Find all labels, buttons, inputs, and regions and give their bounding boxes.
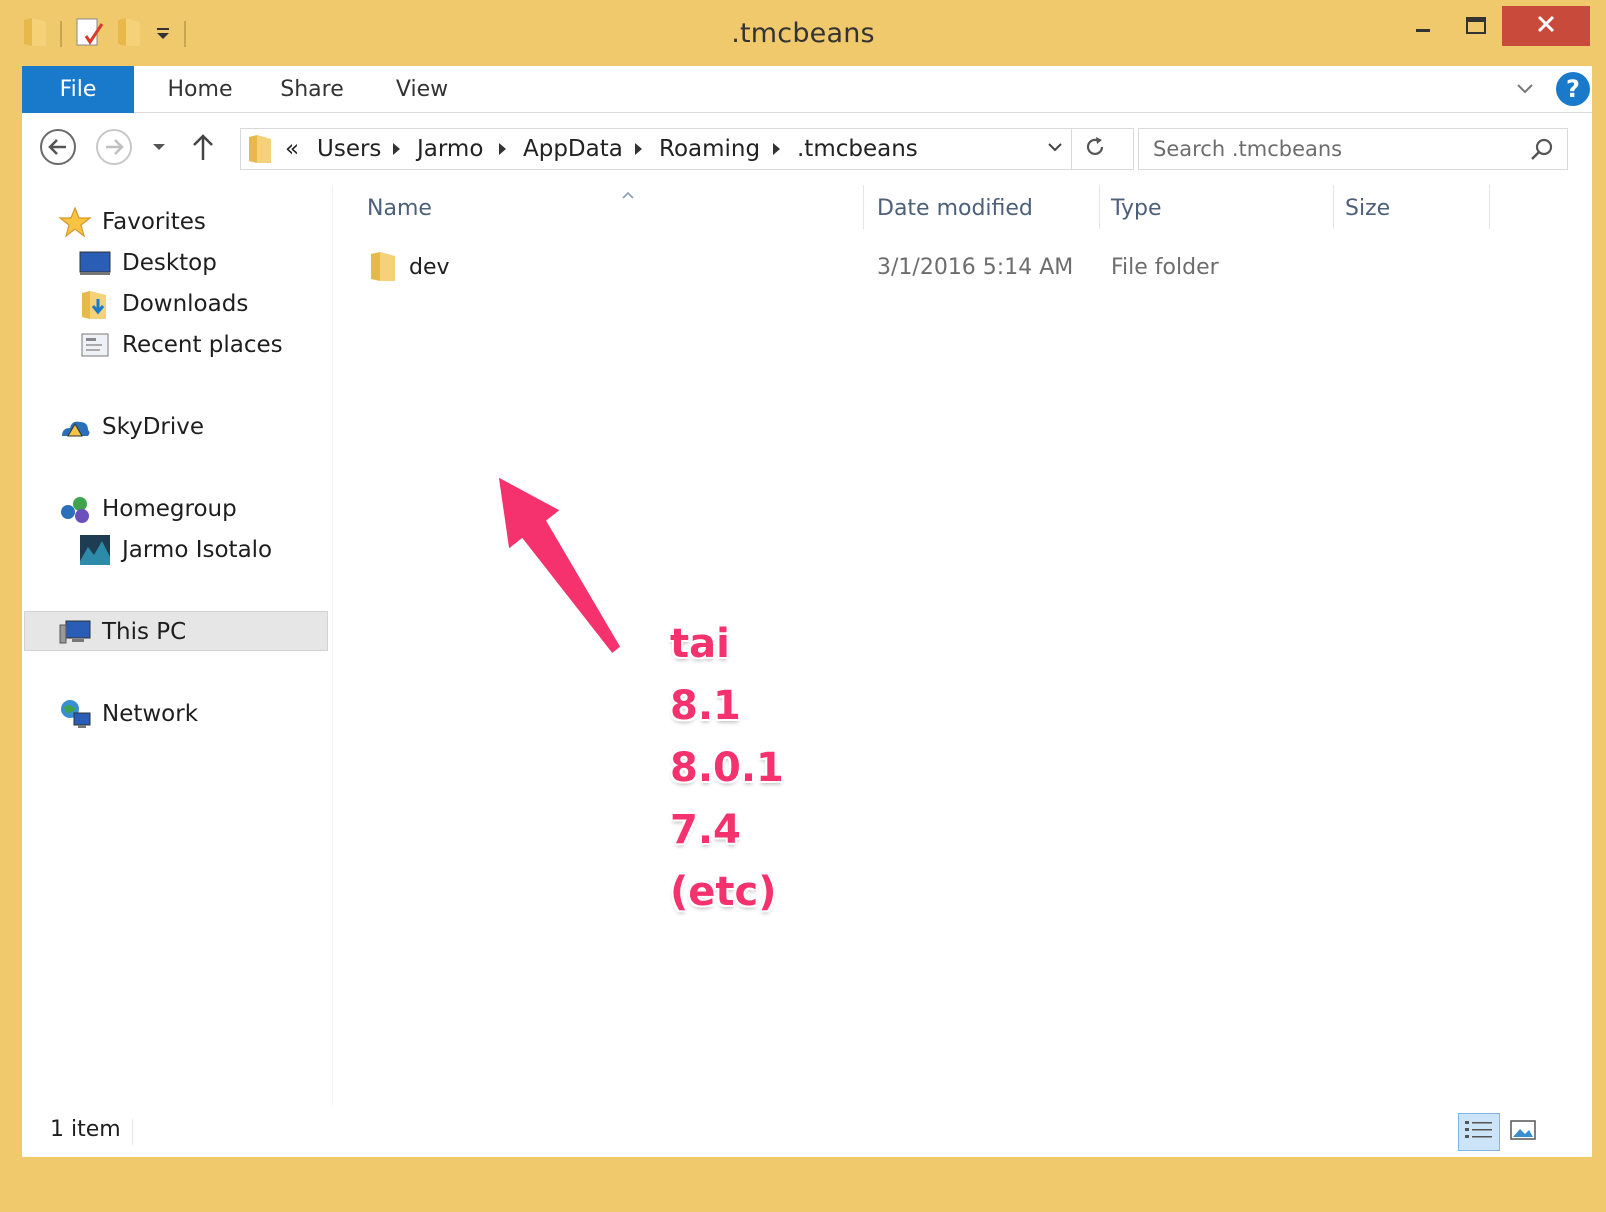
search-icon[interactable]	[1529, 137, 1555, 163]
column-header-type[interactable]: Type	[1111, 193, 1162, 225]
user-avatar-icon	[78, 533, 112, 567]
tab-home[interactable]: Home	[150, 66, 250, 113]
title-bar: .tmcbeans	[0, 0, 1606, 66]
forward-arrow-icon	[94, 127, 134, 171]
file-date-modified: 3/1/2016 5:14 AM	[877, 255, 1074, 280]
breadcrumb-arrow-icon[interactable]	[773, 143, 780, 155]
breadcrumb-users[interactable]: Users	[317, 129, 381, 169]
nav-label: SkyDrive	[102, 414, 205, 440]
folder-icon	[369, 249, 397, 287]
refresh-icon	[1083, 135, 1107, 163]
close-icon	[1536, 14, 1556, 38]
annotation-text: tai 8.1 8.0.1 7.4 (etc)	[670, 613, 784, 923]
back-button[interactable]	[38, 129, 78, 169]
star-icon	[58, 205, 92, 239]
nav-label: Network	[102, 701, 199, 727]
large-icons-view-button[interactable]	[1502, 1113, 1544, 1151]
nav-label: Homegroup	[102, 496, 237, 522]
up-arrow-icon	[191, 132, 215, 166]
breadcrumb-arrow-icon[interactable]	[499, 143, 506, 155]
address-bar[interactable]: « Users Jarmo AppData Roaming .tmcbeans	[240, 128, 1134, 170]
chevron-down-icon	[1512, 84, 1538, 106]
annotation-line: (etc)	[670, 869, 777, 915]
chevron-down-icon	[151, 139, 167, 159]
address-history-button[interactable]	[1041, 129, 1069, 169]
nav-label: Recent places	[122, 332, 283, 358]
column-header-name[interactable]: Name	[367, 193, 432, 225]
file-type: File folder	[1111, 255, 1219, 280]
column-divider[interactable]	[1489, 185, 1490, 229]
desktop-icon	[78, 246, 112, 280]
file-name[interactable]: dev	[409, 251, 450, 285]
navigation-bar: « Users Jarmo AppData Roaming .tmcbeans	[22, 113, 1592, 185]
recent-places-icon	[78, 328, 112, 362]
search-input[interactable]	[1153, 129, 1513, 169]
breadcrumb-appdata[interactable]: AppData	[523, 129, 623, 169]
item-count: 1 item	[50, 1117, 121, 1142]
window-title: .tmcbeans	[731, 18, 875, 49]
computer-icon	[58, 615, 92, 649]
status-bar: 1 item	[22, 1105, 1592, 1157]
breadcrumb-jarmo[interactable]: Jarmo	[417, 129, 483, 169]
minimize-button[interactable]	[1398, 6, 1448, 46]
annotation-arrow	[495, 472, 624, 658]
folder-icon	[247, 133, 273, 169]
homegroup-icon	[58, 492, 92, 526]
downloads-folder-icon	[78, 287, 112, 321]
column-divider[interactable]	[1099, 185, 1100, 229]
navigation-pane: Favorites Desktop Downloads Recent place…	[22, 185, 330, 1105]
up-button[interactable]	[186, 129, 220, 169]
recent-locations-button[interactable]	[142, 129, 176, 169]
column-header-size[interactable]: Size	[1345, 193, 1390, 225]
column-header-date-modified[interactable]: Date modified	[877, 193, 1033, 225]
forward-button[interactable]	[94, 129, 134, 169]
tab-view[interactable]: View	[372, 66, 472, 113]
content-area: Favorites Desktop Downloads Recent place…	[22, 185, 1592, 1105]
status-separator	[132, 1119, 133, 1145]
annotation-line: 7.4	[670, 807, 741, 853]
nav-label: Jarmo Isotalo	[122, 537, 273, 563]
column-divider[interactable]	[863, 185, 864, 229]
chevron-down-icon	[1046, 138, 1064, 160]
nav-label: This PC	[102, 619, 187, 645]
nav-label: Favorites	[102, 209, 206, 235]
sort-ascending-icon	[620, 185, 636, 199]
breadcrumb-arrow-icon[interactable]	[393, 143, 400, 155]
breadcrumb-roaming[interactable]: Roaming	[659, 129, 760, 169]
ribbon-tabs: File Home Share View ?	[22, 66, 1592, 113]
explorer-window: .tmcbeans File Home Share View ? « Users…	[0, 0, 1606, 1212]
close-button[interactable]	[1502, 6, 1590, 46]
annotation-line: 8.0.1	[670, 745, 784, 791]
details-view-icon	[1464, 1119, 1494, 1145]
refresh-button[interactable]	[1071, 129, 1117, 169]
nav-label: Downloads	[122, 291, 249, 317]
search-box[interactable]	[1138, 128, 1568, 170]
breadcrumb-arrow-icon[interactable]	[635, 143, 642, 155]
breadcrumb-tmcbeans[interactable]: .tmcbeans	[797, 129, 918, 169]
column-divider[interactable]	[1333, 185, 1334, 229]
large-icons-view-icon	[1509, 1119, 1537, 1145]
network-icon	[58, 697, 92, 731]
annotation-line: 8.1	[670, 683, 741, 729]
window-frame-bottom	[0, 1157, 1606, 1212]
tab-file[interactable]: File	[22, 66, 134, 113]
breadcrumb-overflow[interactable]: «	[285, 129, 299, 169]
maximize-button[interactable]	[1450, 6, 1502, 46]
annotation-line: tai	[670, 621, 730, 667]
help-button[interactable]: ?	[1556, 72, 1590, 106]
back-arrow-icon	[38, 127, 78, 171]
details-view-button[interactable]	[1458, 1113, 1500, 1151]
skydrive-icon	[58, 410, 92, 444]
expand-ribbon-button[interactable]	[1512, 76, 1538, 102]
tab-share[interactable]: Share	[262, 66, 362, 113]
nav-label: Desktop	[122, 250, 217, 276]
